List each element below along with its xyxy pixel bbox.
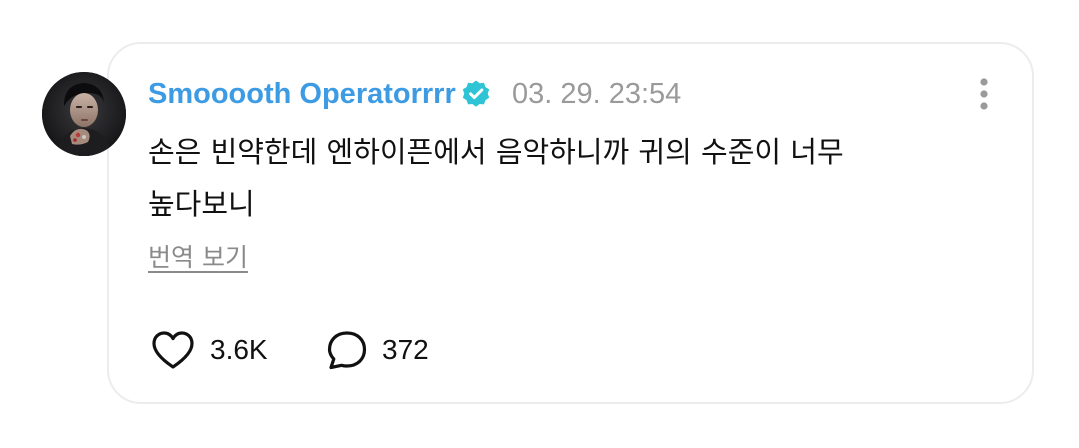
- verified-badge-icon: [462, 80, 490, 107]
- like-count: 3.6K: [210, 334, 268, 365]
- timestamp: 03. 29. 23:54: [512, 78, 682, 110]
- avatar-image: [42, 72, 126, 156]
- speech-bubble-icon: [327, 331, 367, 370]
- avatar[interactable]: [42, 72, 126, 156]
- comment-text: 손은 빈약한데 엔하이픈에서 음악하니까 귀의 수준이 너무 높다보니: [148, 135, 844, 221]
- reply-count: 372: [382, 334, 429, 365]
- like-button[interactable]: 3.6K: [150, 328, 268, 372]
- heart-outline-icon: [152, 331, 194, 369]
- author-name[interactable]: Smooooth Operatorrrr: [148, 74, 456, 114]
- more-vertical-icon[interactable]: [968, 72, 1000, 116]
- reply-button[interactable]: 372: [326, 328, 429, 372]
- translate-link[interactable]: 번역 보기: [148, 238, 248, 278]
